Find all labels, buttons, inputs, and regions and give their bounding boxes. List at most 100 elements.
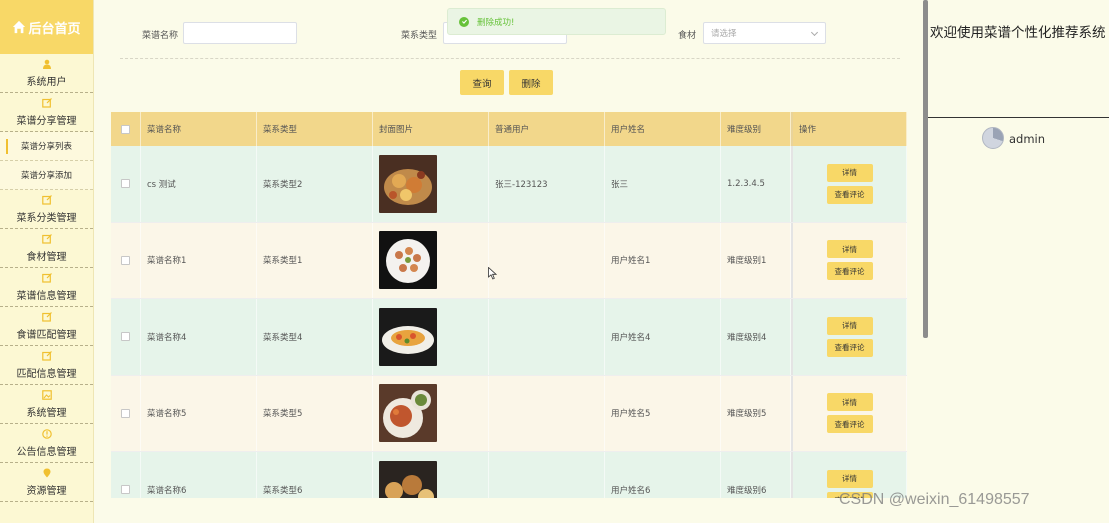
- food-image: [379, 154, 437, 213]
- regular-user-cell: [489, 375, 605, 451]
- user-name-cell: 用户姓名4: [605, 299, 721, 375]
- detail-button[interactable]: 详情: [826, 163, 873, 182]
- cuisine-type-cell: 菜系类型4: [257, 299, 373, 375]
- actions-cell: 详情 查看评论: [791, 299, 907, 375]
- cuisine-type-label: 菜系类型: [401, 31, 438, 41]
- sidebar-item-system-management[interactable]: 系统管理: [0, 385, 93, 424]
- recipe-name-cell: 菜谱名称5: [141, 375, 257, 451]
- cover-image-cell: [373, 375, 489, 451]
- sidebar-item-recipe-info[interactable]: 菜谱信息管理: [0, 268, 93, 307]
- view-comments-button[interactable]: 查看评论: [826, 338, 873, 357]
- row-checkbox[interactable]: [111, 222, 141, 298]
- sidebar-item-label: 系统管理: [26, 407, 67, 419]
- home-link[interactable]: 后台首页: [0, 0, 93, 54]
- search-divider: [120, 58, 900, 59]
- regular-user-cell: 张三-123123: [489, 146, 605, 222]
- sidebar-subitem-label: 菜谱分享添加: [20, 171, 72, 181]
- user-name-cell: 用户姓名6: [605, 452, 721, 498]
- sidebar-subitem-recipe-share-list[interactable]: 菜谱分享列表: [0, 132, 93, 161]
- image-icon: [41, 390, 52, 401]
- sidebar-item-recipe-share[interactable]: 菜谱分享管理: [0, 93, 93, 132]
- sidebar-item-label: 食材管理: [26, 251, 67, 263]
- row-checkbox[interactable]: [111, 299, 141, 375]
- sidebar-item-label: 食谱匹配管理: [16, 329, 77, 341]
- user-name-cell: 用户姓名5: [605, 375, 721, 451]
- sidebar-item-cuisine-category[interactable]: 菜系分类管理: [0, 190, 93, 229]
- delete-button[interactable]: 删除: [509, 70, 553, 95]
- difficulty-cell: 难度级别6: [721, 452, 791, 498]
- edit-icon: [41, 195, 52, 206]
- right-panel: 欢迎使用菜谱个性化推荐系统 admin: [928, 0, 1109, 523]
- watermark: CSDN @weixin_61498557: [839, 491, 1030, 508]
- sidebar-item-match-info[interactable]: 匹配信息管理: [0, 346, 93, 385]
- pin-icon: [41, 468, 52, 479]
- row-checkbox[interactable]: [111, 375, 141, 451]
- recipe-name-input[interactable]: [183, 22, 297, 44]
- header-actions: 操作: [791, 112, 907, 146]
- sidebar-item-label: 菜谱信息管理: [16, 290, 77, 302]
- row-checkbox[interactable]: [111, 146, 141, 222]
- difficulty-cell: 难度级别1: [721, 222, 791, 298]
- sidebar-item-label: 公告信息管理: [16, 446, 77, 458]
- edit-icon: [41, 234, 52, 245]
- view-comments-button[interactable]: 查看评论: [826, 262, 873, 281]
- ingredient-label: 食材: [678, 31, 697, 41]
- sidebar-item-label: 菜系分类管理: [16, 212, 77, 224]
- cuisine-type-cell: 菜系类型1: [257, 222, 373, 298]
- sidebar-item-system-users[interactable]: 系统用户: [0, 54, 93, 93]
- header-user-name: 用户姓名: [605, 112, 721, 146]
- home-icon: [13, 20, 26, 34]
- sidebar-item-label: 匹配信息管理: [16, 368, 77, 380]
- query-button[interactable]: 查询: [460, 70, 504, 95]
- recipe-name-cell: 菜谱名称4: [141, 299, 257, 375]
- ingredient-select[interactable]: 请选择: [703, 22, 826, 44]
- actions-cell: 详情 查看评论: [791, 375, 907, 451]
- table-row: 菜谱名称5 菜系类型5 用户姓名5 难度级别5 详情 查看评论: [111, 375, 907, 452]
- table-row: cs 测试 菜系类型2 张三-123123 张三 1.2.3.4.5 详情 查看…: [111, 146, 907, 223]
- sidebar-subitem-label: 菜谱分享列表: [20, 142, 72, 152]
- sidebar-item-announcements[interactable]: 公告信息管理: [0, 424, 93, 463]
- success-toast: 删除成功!: [447, 8, 666, 35]
- mouse-cursor-icon: [488, 267, 497, 280]
- user-icon: [41, 59, 52, 70]
- user-name-cell: 用户姓名1: [605, 222, 721, 298]
- sidebar-item-resources[interactable]: 资源管理: [0, 463, 93, 502]
- cuisine-type-cell: 菜系类型5: [257, 375, 373, 451]
- food-image: [379, 231, 437, 290]
- regular-user-cell: [489, 452, 605, 498]
- detail-button[interactable]: 详情: [826, 316, 873, 335]
- edit-icon: [41, 98, 52, 109]
- avatar[interactable]: [982, 127, 1004, 149]
- sidebar-subitem-recipe-share-add[interactable]: 菜谱分享添加: [0, 161, 93, 190]
- header-difficulty: 难度级别: [721, 112, 791, 146]
- sidebar-item-label: 资源管理: [26, 485, 67, 497]
- sidebar-item-label: 菜谱分享管理: [16, 115, 77, 127]
- detail-button[interactable]: 详情: [826, 393, 873, 412]
- recipe-share-table: 菜谱名称 菜系类型 封面图片 普通用户 用户姓名 难度级别 操作 cs 测试 菜…: [111, 112, 907, 498]
- detail-button[interactable]: 详情: [826, 240, 873, 259]
- view-comments-button[interactable]: 查看评论: [826, 415, 873, 434]
- food-image: [379, 384, 437, 443]
- sidebar-item-recipe-match[interactable]: 食谱匹配管理: [0, 307, 93, 346]
- panel-divider: [928, 117, 1109, 118]
- difficulty-cell: 难度级别5: [721, 375, 791, 451]
- user-name-cell: 张三: [605, 146, 721, 222]
- view-comments-button[interactable]: 查看评论: [826, 185, 873, 204]
- detail-button[interactable]: 详情: [826, 469, 873, 488]
- difficulty-cell: 难度级别4: [721, 299, 791, 375]
- ingredient-placeholder: 请选择: [711, 29, 737, 39]
- username-label: admin: [1009, 132, 1046, 146]
- home-label: 后台首页: [28, 21, 81, 37]
- sidebar: 后台首页 系统用户 菜谱分享管理 菜谱分享列表 菜谱分享添加 菜系分类管理 食材…: [0, 0, 94, 523]
- recipe-name-cell: 菜谱名称6: [141, 452, 257, 498]
- check-circle-icon: [459, 16, 469, 27]
- toast-message: 删除成功!: [477, 17, 515, 28]
- recipe-name-label: 菜谱名称: [142, 31, 179, 41]
- food-image: [379, 460, 437, 498]
- select-all-checkbox[interactable]: [111, 112, 141, 146]
- sidebar-item-label: 系统用户: [26, 76, 67, 88]
- cuisine-type-cell: 菜系类型6: [257, 452, 373, 498]
- cover-image-cell: [373, 146, 489, 222]
- row-checkbox[interactable]: [111, 452, 141, 498]
- sidebar-item-ingredients[interactable]: 食材管理: [0, 229, 93, 268]
